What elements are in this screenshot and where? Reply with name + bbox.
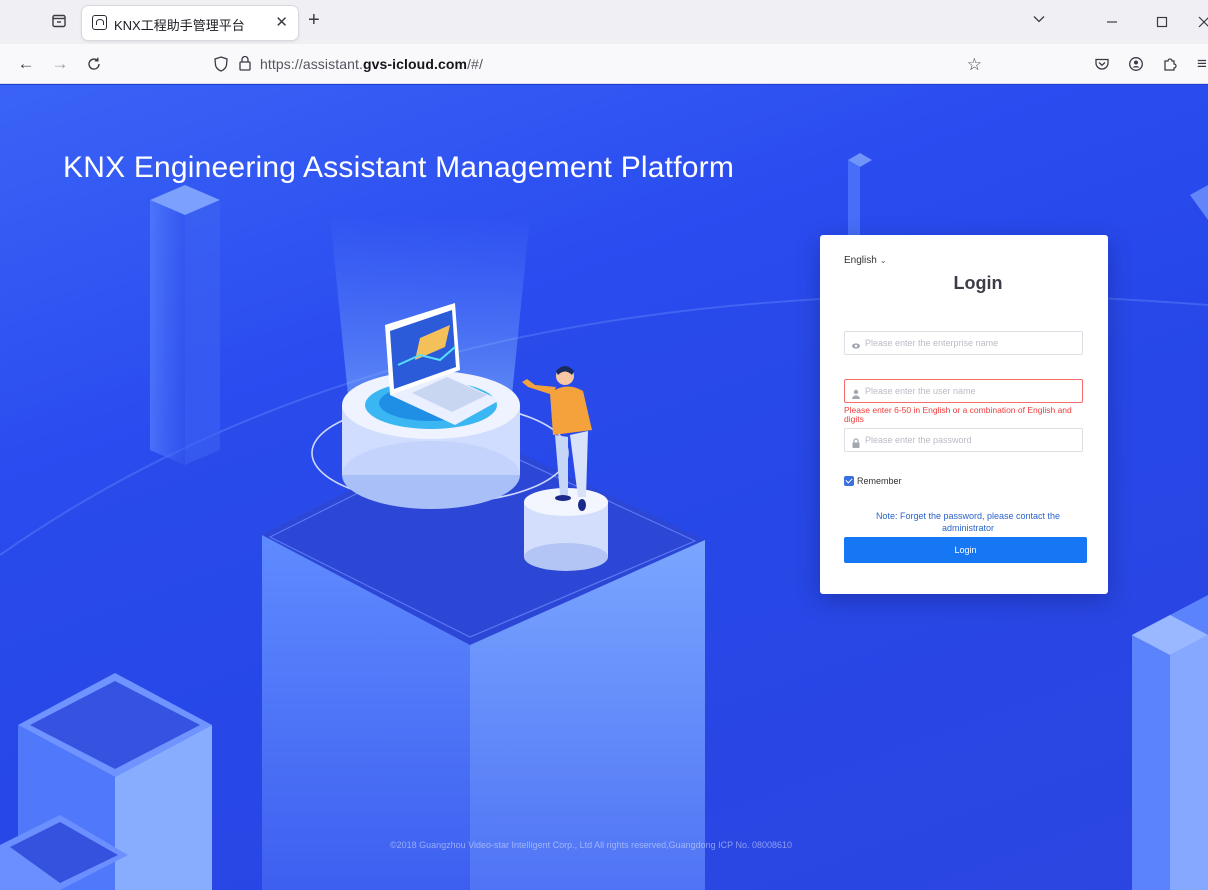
enterprise-name-input[interactable] xyxy=(865,334,1075,352)
pocket-icon[interactable] xyxy=(1092,54,1112,74)
login-title: Login xyxy=(953,273,1003,293)
tab-title: KNX工程助手管理平台 xyxy=(114,18,245,33)
menu-hamburger-icon[interactable]: ≡ xyxy=(1192,54,1208,74)
chevron-down-icon: ⌄ xyxy=(879,256,887,265)
page-title: KNX Engineering Assistant Management Pla… xyxy=(63,151,735,184)
close-window-icon[interactable] xyxy=(1196,14,1208,30)
site-favicon-icon xyxy=(92,15,107,30)
language-selector[interactable]: English ⌄ xyxy=(844,255,887,266)
chevron-down-icon[interactable] xyxy=(1032,12,1046,26)
bookmark-star-icon[interactable]: ☆ xyxy=(967,55,982,75)
user-icon xyxy=(851,386,861,399)
address-bar[interactable]: https://assistant.gvs-icloud.com/#/ ☆ xyxy=(202,48,992,80)
copyright-footer: ©2018 Guangzhou Video-star Intelligent C… xyxy=(390,840,793,850)
enterprise-name-field xyxy=(844,331,1083,355)
login-button[interactable]: Login xyxy=(844,537,1087,563)
login-page: KNX Engineering Assistant Management Pla… xyxy=(0,85,1208,890)
remember-label: Remember xyxy=(857,476,902,486)
forgot-password-note: Note: Forget the password, please contac… xyxy=(875,511,1061,533)
remember-checkbox[interactable] xyxy=(844,476,854,486)
browser-nav-bar: ← → https://assistant.gvs-icloud.com/#/ … xyxy=(0,44,1208,84)
username-error-message: Please enter 6-50 in English or a combin… xyxy=(844,405,1072,424)
reload-icon[interactable] xyxy=(84,54,104,74)
password-field xyxy=(844,428,1083,452)
extensions-icon[interactable] xyxy=(1160,54,1180,74)
browser-tab-bar: KNX工程助手管理平台 ✕ + xyxy=(0,0,1208,44)
tracking-protection-shield-icon[interactable] xyxy=(214,56,228,77)
username-field xyxy=(844,379,1083,403)
firefox-view-icon[interactable] xyxy=(50,13,68,31)
new-tab-icon[interactable]: + xyxy=(308,10,320,30)
lock-icon xyxy=(851,435,861,448)
login-card: English⌄ Login Please enter 6-50 in Engl… xyxy=(820,235,1108,594)
forward-icon[interactable]: → xyxy=(50,54,70,74)
language-label: English xyxy=(844,255,877,266)
url-text: https://assistant.gvs-icloud.com/#/ xyxy=(260,56,483,72)
maximize-icon[interactable] xyxy=(1154,14,1170,30)
enterprise-icon xyxy=(851,338,861,349)
account-icon[interactable] xyxy=(1126,54,1146,74)
lock-icon[interactable] xyxy=(238,55,252,76)
password-input[interactable] xyxy=(865,431,1075,449)
close-tab-icon[interactable]: ✕ xyxy=(275,13,288,31)
browser-tab-active[interactable]: KNX工程助手管理平台 ✕ xyxy=(82,6,298,40)
minimize-icon[interactable] xyxy=(1104,14,1120,30)
username-input[interactable] xyxy=(865,382,1075,400)
back-icon[interactable]: ← xyxy=(16,54,36,74)
